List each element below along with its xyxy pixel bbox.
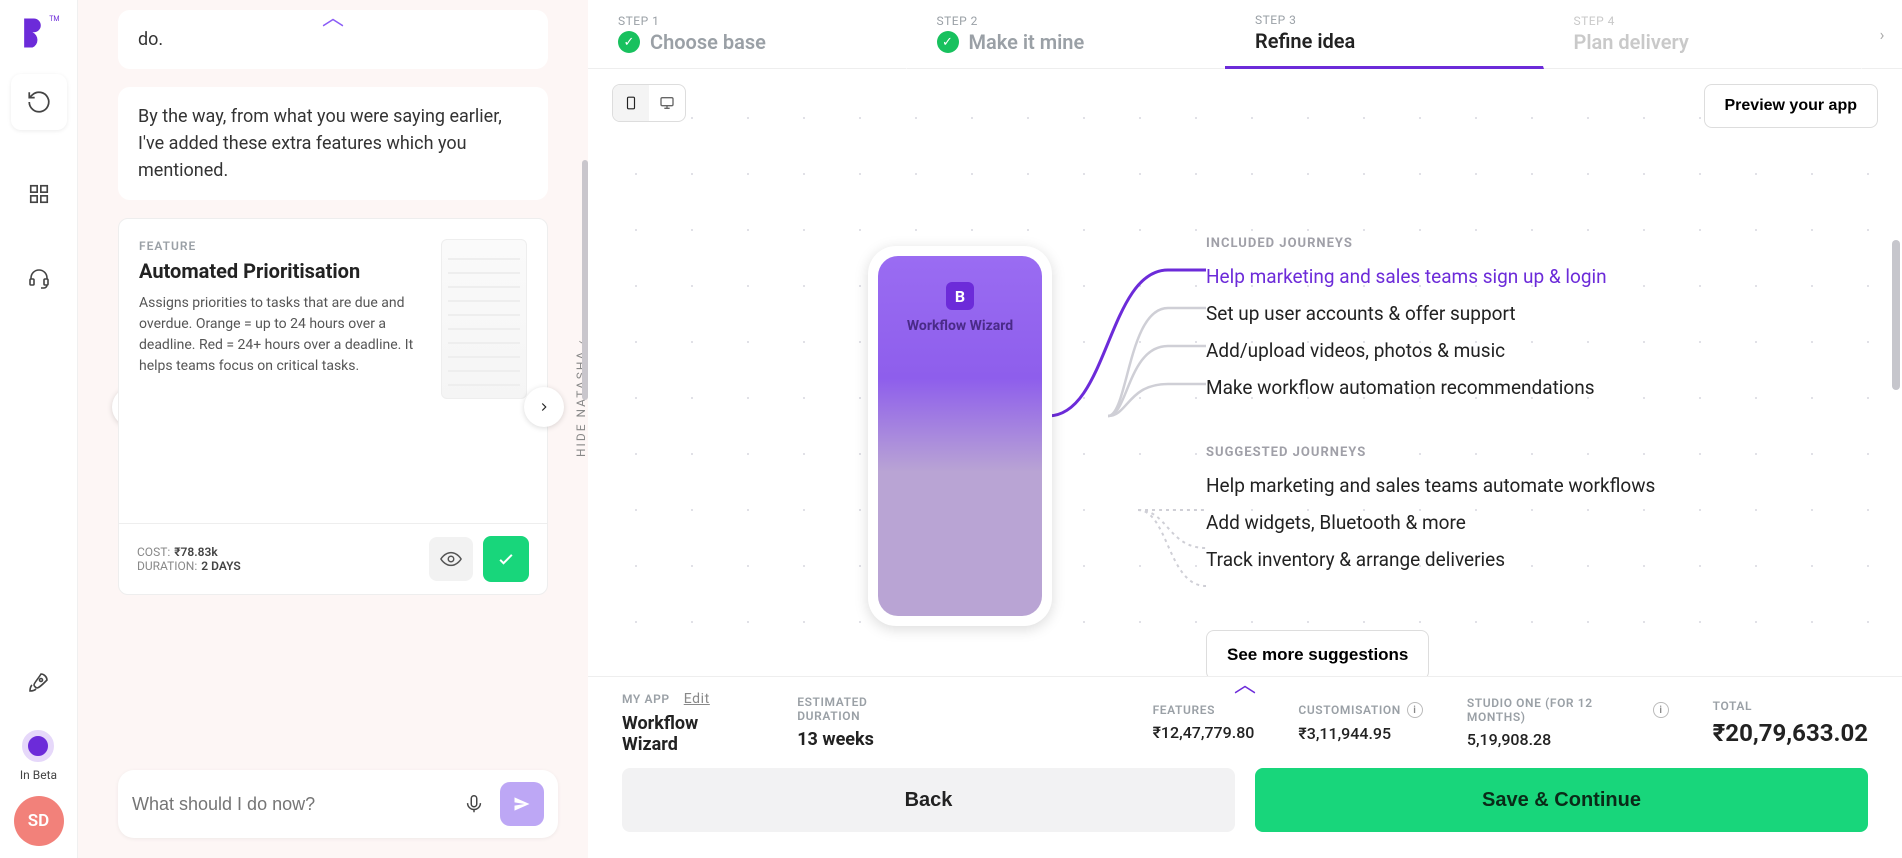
feature-card: FEATURE Automated Prioritisation Assigns… bbox=[118, 218, 548, 595]
check-icon: ✓ bbox=[937, 31, 959, 53]
feature-label: FEATURE bbox=[139, 239, 425, 253]
apps-icon[interactable] bbox=[15, 170, 63, 218]
scrollbar[interactable] bbox=[1892, 240, 1900, 390]
chat-panel: ︿ do. By the way, from what you were say… bbox=[78, 0, 588, 858]
studio-value: 5,19,908.28 bbox=[1467, 730, 1669, 749]
duration-label: ESTIMATED DURATION bbox=[797, 695, 928, 723]
action-bar: Back Save & Continue bbox=[588, 768, 1902, 858]
suggested-journey-item[interactable]: Add widgets, Bluetooth & more bbox=[1206, 511, 1856, 534]
carousel-next-button[interactable] bbox=[524, 387, 564, 427]
mic-button[interactable] bbox=[456, 786, 492, 822]
app-icon: B bbox=[946, 282, 974, 310]
features-label: FEATURES bbox=[1153, 703, 1255, 717]
journey-item[interactable]: Add/upload videos, photos & music bbox=[1206, 339, 1856, 362]
suggested-journey-item[interactable]: Track inventory & arrange deliveries bbox=[1206, 548, 1856, 571]
rocket-icon[interactable] bbox=[15, 658, 63, 706]
chevron-right-icon[interactable]: › bbox=[1862, 0, 1902, 69]
preview-app-button[interactable]: Preview your app bbox=[1704, 84, 1879, 128]
view-feature-button[interactable] bbox=[429, 537, 473, 581]
edit-app-name-link[interactable]: Edit bbox=[684, 691, 710, 707]
customisation-value: ₹3,11,944.95 bbox=[1298, 724, 1423, 743]
feature-title: Automated Prioritisation bbox=[139, 259, 425, 283]
customisation-label: CUSTOMISATIONi bbox=[1298, 702, 1423, 718]
total-label: TOTAL bbox=[1713, 699, 1868, 713]
step-choose-base[interactable]: STEP 1 ✓Choose base bbox=[588, 0, 907, 69]
brand-logo[interactable]: TM bbox=[20, 12, 58, 54]
feature-thumbnail bbox=[441, 239, 527, 399]
feature-meta: COST:₹78.83k DURATION:2 DAYS bbox=[137, 545, 241, 573]
myapp-value: Workflow Wizard bbox=[622, 713, 753, 755]
back-button[interactable]: Back bbox=[622, 768, 1235, 832]
check-icon: ✓ bbox=[618, 31, 640, 53]
device-toggle bbox=[612, 84, 686, 122]
myapp-label: MY APPEdit bbox=[622, 691, 753, 707]
phone-preview: B Workflow Wizard bbox=[868, 246, 1052, 626]
journey-item[interactable]: Make workflow automation recommendations bbox=[1206, 376, 1676, 399]
send-button[interactable] bbox=[500, 782, 544, 826]
stepper: STEP 1 ✓Choose base STEP 2 ✓Make it mine… bbox=[588, 0, 1902, 70]
user-avatar[interactable]: SD bbox=[14, 796, 64, 846]
info-icon[interactable]: i bbox=[1653, 702, 1668, 718]
app-name: Workflow Wizard bbox=[907, 318, 1013, 334]
info-icon[interactable]: i bbox=[1407, 702, 1423, 718]
included-journeys-label: INCLUDED JOURNEYS bbox=[1206, 236, 1856, 251]
journeys-panel: INCLUDED JOURNEYS Help marketing and sal… bbox=[1206, 236, 1856, 585]
nav-rail: TM In Beta SD bbox=[0, 0, 78, 858]
beta-indicator: In Beta bbox=[20, 730, 57, 782]
desktop-device-button[interactable] bbox=[649, 85, 685, 121]
total-value: ₹20,79,633.02 bbox=[1713, 719, 1868, 747]
step-make-it-mine[interactable]: STEP 2 ✓Make it mine bbox=[907, 0, 1226, 69]
headset-icon[interactable] bbox=[15, 254, 63, 302]
accept-feature-button[interactable] bbox=[483, 536, 529, 582]
suggested-journey-item[interactable]: Help marketing and sales teams automate … bbox=[1206, 474, 1856, 497]
chat-input[interactable] bbox=[132, 794, 456, 815]
save-continue-button[interactable]: Save & Continue bbox=[1255, 768, 1868, 832]
duration-value: 13 weeks bbox=[797, 729, 928, 750]
journey-item[interactable]: Help marketing and sales teams sign up &… bbox=[1206, 265, 1856, 288]
features-value: ₹12,47,779.80 bbox=[1153, 723, 1255, 742]
beta-dot-icon bbox=[22, 730, 54, 762]
main-panel: STEP 1 ✓Choose base STEP 2 ✓Make it mine… bbox=[588, 0, 1902, 858]
chat-input-row bbox=[118, 770, 558, 838]
canvas: Preview your app B Workflow Wizard bbox=[588, 70, 1902, 676]
summary-bar: ︿ MY APPEdit Workflow Wizard ESTIMATED D… bbox=[588, 676, 1902, 768]
studio-label: STUDIO ONE (FOR 12 MONTHS)i bbox=[1467, 696, 1669, 724]
feature-description: Assigns priorities to tasks that are due… bbox=[139, 293, 425, 377]
mobile-device-button[interactable] bbox=[613, 85, 649, 121]
chevron-up-icon[interactable]: ︿ bbox=[1234, 667, 1256, 699]
beta-label: In Beta bbox=[20, 768, 57, 782]
journey-item[interactable]: Set up user accounts & offer support bbox=[1206, 302, 1856, 325]
chat-message: By the way, from what you were saying ea… bbox=[118, 87, 548, 200]
step-refine-idea[interactable]: STEP 3 Refine idea bbox=[1225, 0, 1544, 69]
step-plan-delivery[interactable]: STEP 4 Plan delivery bbox=[1544, 0, 1863, 69]
chevron-up-icon[interactable]: ︿ bbox=[322, 0, 344, 32]
undo-button[interactable] bbox=[11, 74, 67, 130]
suggested-journeys-label: SUGGESTED JOURNEYS bbox=[1206, 445, 1856, 460]
